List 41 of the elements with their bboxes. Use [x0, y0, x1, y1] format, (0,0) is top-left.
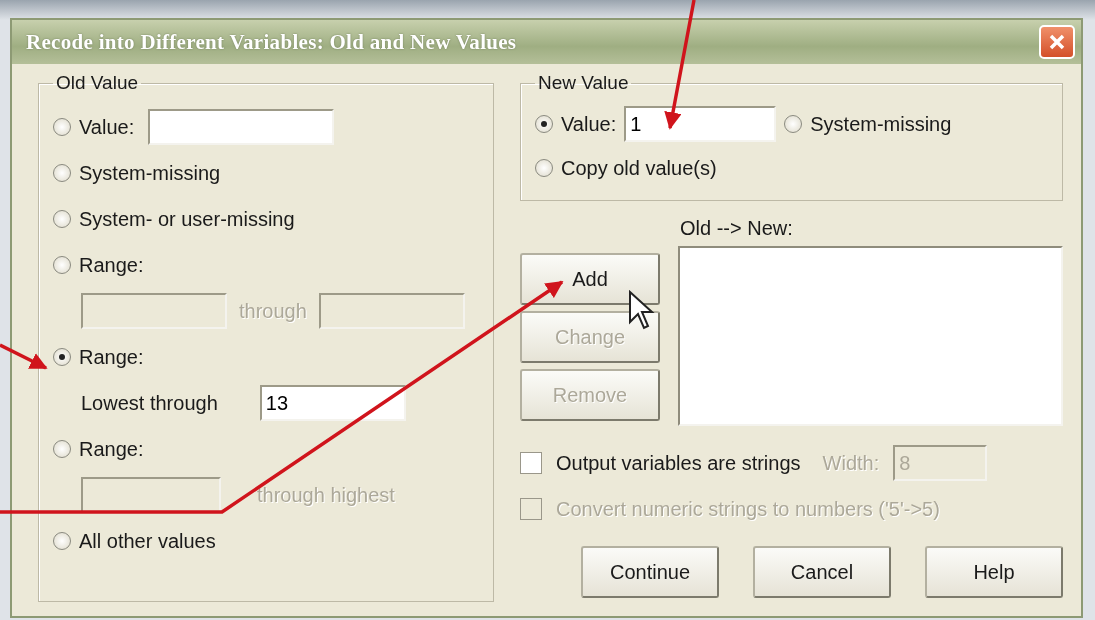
radio-button[interactable] [53, 118, 71, 136]
option-label: Copy old value(s) [561, 156, 717, 180]
through-highest-label: through highest [257, 483, 395, 507]
radio-button[interactable] [535, 159, 553, 177]
checkbox-label: Convert numeric strings to numbers ('5'->5) [556, 497, 940, 521]
checkbox-label: Output variables are strings [556, 451, 801, 475]
close-icon [1048, 33, 1066, 51]
lowest-through-label: Lowest through [81, 391, 218, 415]
radio-button[interactable] [53, 210, 71, 228]
radio-button[interactable] [53, 532, 71, 550]
radio-button[interactable] [53, 164, 71, 182]
side-button[interactable]: Add [520, 253, 660, 305]
width-label: Width: [822, 451, 880, 475]
option-label: Range: [79, 437, 144, 461]
window-title: Recode into Different Variables: Old and New Values [26, 29, 517, 55]
radio-button[interactable] [53, 440, 71, 458]
dialog-button[interactable]: Cancel [753, 546, 891, 598]
range-value-field[interactable]: 13 [259, 385, 406, 421]
mouse-pointer-icon [628, 290, 656, 330]
radio-button[interactable] [784, 115, 803, 133]
checkbox[interactable] [520, 452, 542, 474]
close-button[interactable] [1039, 25, 1075, 59]
option-label: System- or user-missing [79, 207, 295, 231]
value-field[interactable] [148, 109, 335, 145]
option-label: Value: [79, 115, 135, 139]
group-title: New Value [537, 72, 630, 94]
new-value-field[interactable]: 1 [624, 106, 777, 142]
group-title: Old Value [55, 72, 140, 94]
list-label: Old --> New: [679, 217, 794, 240]
option-label: Range: [79, 345, 144, 369]
option-label: System-missing [810, 112, 952, 136]
radio-button[interactable] [535, 115, 553, 133]
option-label: Range: [79, 253, 144, 277]
through-label: through [239, 299, 307, 323]
dialog-button[interactable]: Continue [581, 546, 719, 598]
dialog-button[interactable]: Help [925, 546, 1063, 598]
option-label: System-missing [79, 161, 221, 185]
radio-button[interactable] [53, 256, 71, 274]
radio-button[interactable] [53, 348, 71, 366]
option-label: All other values [79, 529, 216, 553]
option-label: Value: [561, 112, 617, 136]
